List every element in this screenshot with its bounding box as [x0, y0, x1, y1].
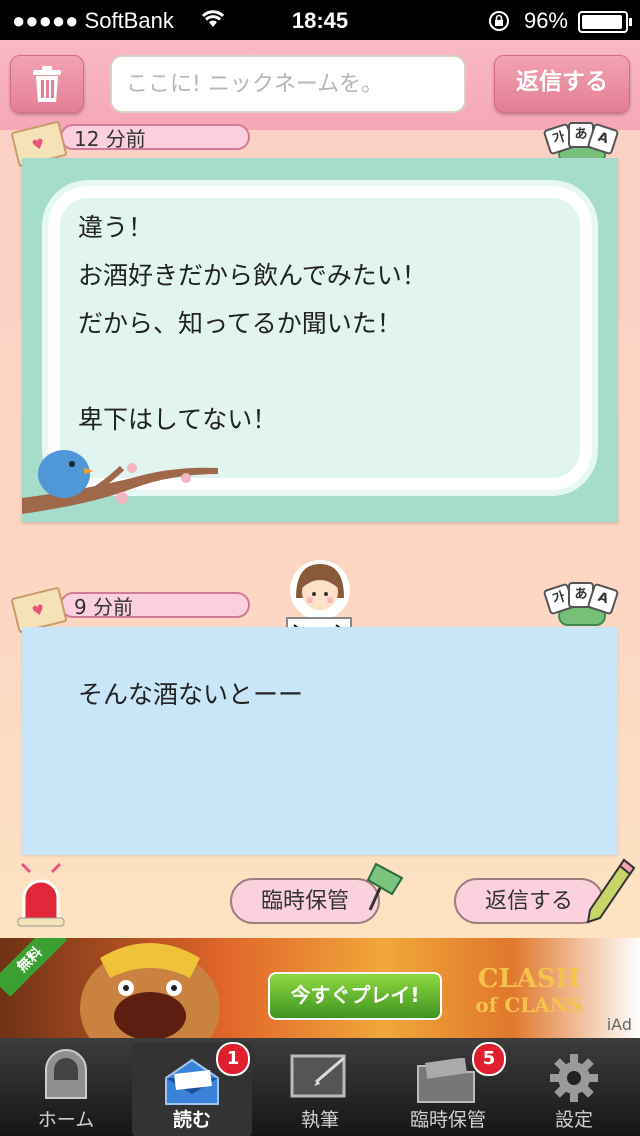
- ad-logo-line2: of CLANS: [475, 993, 583, 1017]
- trash-icon: [31, 64, 63, 108]
- bird-on-branch-icon: [22, 438, 222, 526]
- gear-icon: [548, 1052, 600, 1109]
- tab-settings[interactable]: 設定: [514, 1042, 634, 1136]
- free-tag: 無料: [0, 938, 67, 997]
- message-time: 12 分前: [60, 124, 250, 151]
- barbarian-character-icon: [60, 938, 260, 1038]
- tab-label: 臨時保管: [409, 1109, 486, 1131]
- pushpin-icon: [362, 860, 410, 920]
- message-2-time-pill: 9 分前: [60, 592, 250, 619]
- ad-play-button[interactable]: 今すぐプレイ!: [268, 972, 442, 1020]
- tab-label: 読む: [172, 1109, 211, 1131]
- alarm-light-icon[interactable]: [14, 858, 68, 932]
- write-icon: [290, 1052, 350, 1109]
- status-bar: ●●●●● SoftBank 18:45 96%: [0, 0, 640, 40]
- message-time: 9 分前: [60, 592, 250, 619]
- heart-icon: ♥: [30, 135, 47, 155]
- temp-save-button[interactable]: 臨時保管: [230, 878, 380, 924]
- tab-write[interactable]: 執筆: [260, 1042, 380, 1136]
- girl-avatar-icon: [288, 558, 352, 626]
- tab-home[interactable]: ホーム: [6, 1042, 126, 1136]
- tab-label: ホーム: [37, 1109, 95, 1131]
- ad-logo-line1: CLASH: [477, 964, 581, 994]
- tab-temp-storage[interactable]: 5 臨時保管: [388, 1042, 508, 1136]
- tab-label: 執筆: [300, 1109, 339, 1131]
- message-1-time-pill: 12 分前: [60, 124, 250, 151]
- message-card-1[interactable]: 違う！ お酒好きだから飲んでみたい！ だから、知ってるか聞いた！ 卑下はしてない…: [22, 158, 618, 522]
- delete-button[interactable]: [10, 55, 84, 113]
- unread-badge: 1: [216, 1042, 250, 1076]
- iad-label: iAd: [606, 1015, 632, 1034]
- temp-storage-badge: 5: [472, 1042, 506, 1076]
- message-card-2[interactable]: そんな酒ないとーー: [22, 627, 618, 855]
- reply-button[interactable]: 返信する: [454, 878, 604, 924]
- message-text: 違う！ お酒好きだから飲んでみたい！ だから、知ってるか聞いた！ 卑下はしてない…: [78, 213, 427, 434]
- pencil-icon: [584, 856, 638, 930]
- tab-label: 設定: [554, 1109, 593, 1131]
- reply-button-header[interactable]: 返信する: [494, 55, 630, 113]
- battery-nub: [629, 18, 632, 26]
- battery-icon: [578, 11, 632, 33]
- battery-percent: 96%: [523, 8, 568, 33]
- nickname-input[interactable]: [110, 55, 466, 113]
- ad-logo: CLASH of CLANS: [454, 966, 604, 1020]
- message-text: そんな酒ないとーー: [78, 680, 304, 709]
- rotation-lock-icon: [488, 10, 510, 38]
- heart-icon: ♥: [30, 601, 47, 621]
- tab-read[interactable]: 1 読む: [132, 1042, 252, 1136]
- folder-icon: [416, 1057, 478, 1109]
- battery-fill: [582, 15, 622, 29]
- mailbox-icon: [40, 1048, 92, 1109]
- translate-icon[interactable]: 가 あ A: [542, 582, 620, 626]
